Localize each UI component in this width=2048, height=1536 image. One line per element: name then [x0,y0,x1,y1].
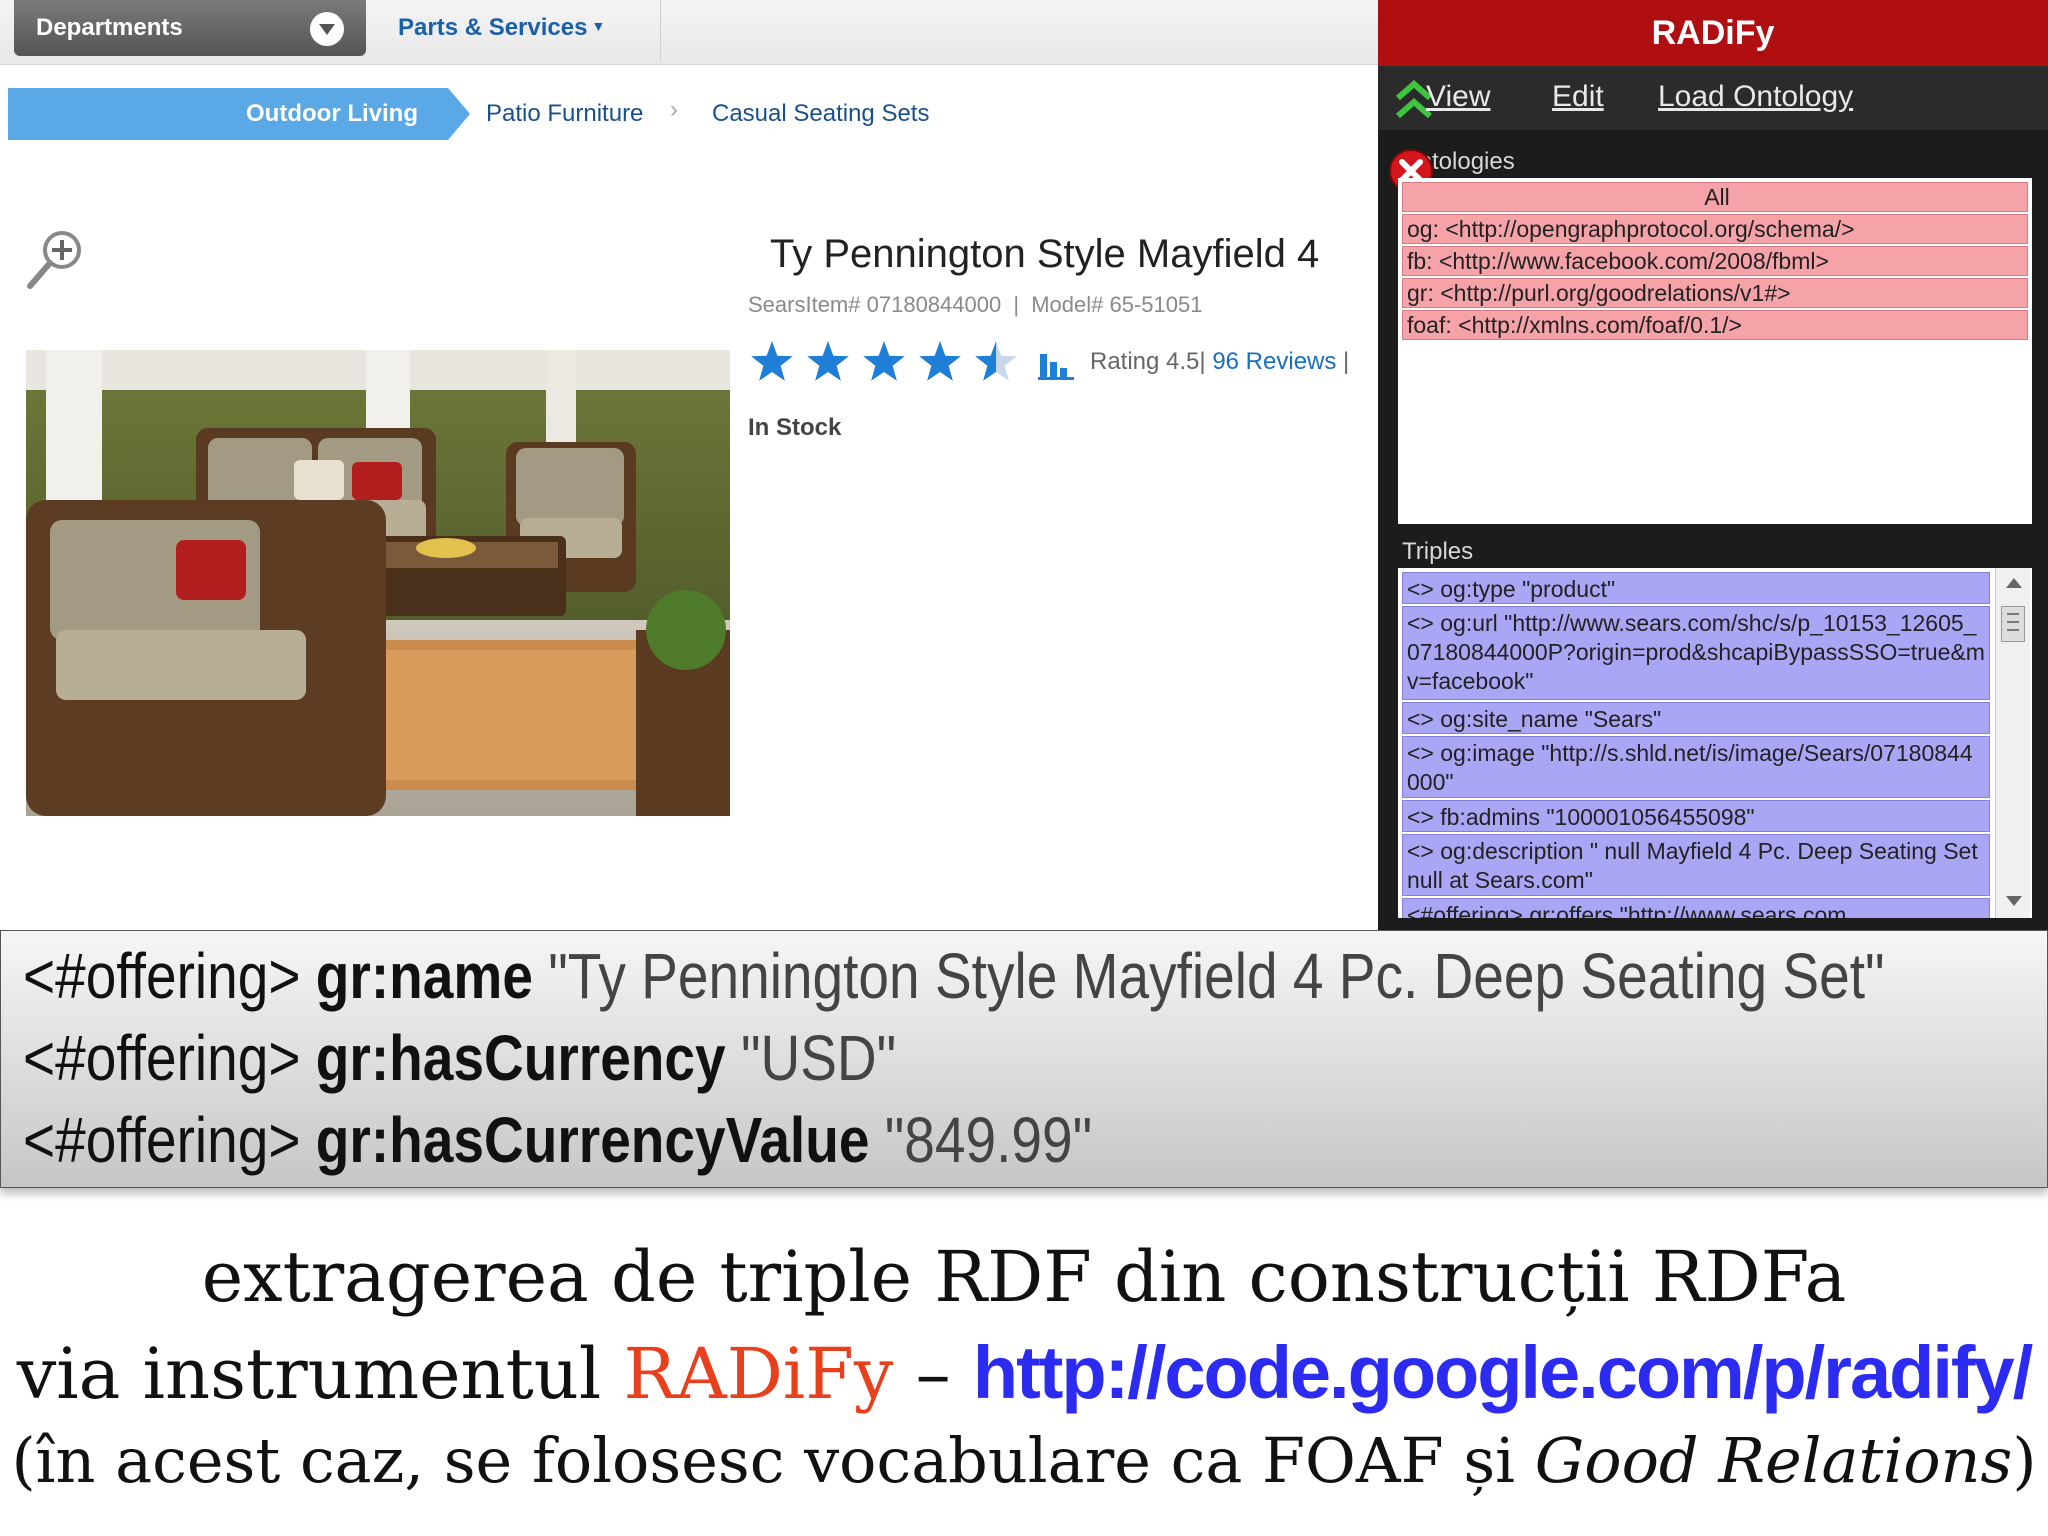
departments-label: Departments [36,14,183,41]
caption-note-italic: Good Relations [1534,1424,2013,1497]
caption-url-link[interactable]: http://code.google.com/p/radify/ [973,1331,2033,1414]
star-icon [863,341,905,381]
parts-services-menu[interactable]: Parts & Services ▼ [398,14,605,42]
radify-title: RADiFy [1378,0,2048,66]
triple-item[interactable]: <> fb:admins "100001056455098" [1402,800,1990,832]
star-icon [919,341,961,381]
breadcrumb: Outdoor Living Patio Furniture › Casual … [8,88,1008,140]
breadcrumb-patio-furniture[interactable]: Patio Furniture [486,100,643,128]
departments-button[interactable]: Departments [14,0,366,56]
ontology-item[interactable]: og: <http://opengraphprotocol.org/schema… [1402,214,2028,244]
triples-label: Triples [1402,538,1474,565]
triples-list: <> og:type "product" <> og:url "http://w… [1398,568,2032,918]
star-icon [807,341,849,381]
rating-stars[interactable] [748,338,1028,388]
triple-predicate: gr:hasCurrency [315,1022,726,1094]
rating-row: Rating 4.5| 96 Reviews | [748,338,1378,388]
rating-text: Rating 4.5| 96 Reviews | [1090,348,1349,376]
triple-subject: <#offering> [23,1104,301,1176]
product-image[interactable] [26,350,730,816]
caret-down-icon: ▼ [591,18,606,34]
caption-brand: RADiFy [623,1333,894,1415]
scroll-up-icon[interactable] [2006,578,2022,588]
reviews-link[interactable]: 96 Reviews [1212,348,1336,375]
triple-object: "USD" [740,1022,897,1094]
product-title: Ty Pennington Style Mayfield 4 [770,232,1320,276]
triple-item[interactable]: <> og:url "http://www.sears.com/shc/s/p_… [1402,606,1990,700]
ontology-item[interactable]: gr: <http://purl.org/goodrelations/v1#> [1402,278,2028,308]
summary-triple: <#offering> gr:name "Ty Pennington Style… [23,939,1885,1013]
triples-scrollbar[interactable] [1995,568,2030,918]
radify-panel: RADiFy View Edit Load Ontology Ontologie… [1378,0,2048,930]
caption-note-close: ) [2012,1424,2037,1497]
product-meta: SearsItem# 07180844000 | Model# 65-51051 [748,292,1202,318]
extracted-triples-box: <#offering> gr:name "Ty Pennington Style… [0,930,2048,1188]
breadcrumb-outdoor-living[interactable]: Outdoor Living [8,88,470,140]
triple-item[interactable]: <> og:type "product" [1402,572,1990,604]
triple-object: "Ty Pennington Style Mayfield 4 Pc. Deep… [548,940,1885,1012]
scroll-thumb[interactable] [2001,606,2025,642]
ontology-item[interactable]: foaf: <http://xmlns.com/foaf/0.1/> [1402,310,2028,340]
rating-label: Rating 4.5| [1090,348,1206,375]
star-icon [751,341,793,381]
triple-item[interactable]: <> og:site_name "Sears" [1402,702,1990,734]
breadcrumb-casual-seating-sets[interactable]: Casual Seating Sets [712,100,929,128]
triple-item[interactable]: <> og:description " null Mayfield 4 Pc. … [1402,834,1990,896]
scroll-down-icon[interactable] [2006,896,2022,906]
divider [660,0,661,62]
top-navigation-bar: Departments Parts & Services ▼ [0,0,1378,65]
ontology-item[interactable]: fb: <http://www.facebook.com/2008/fbml> [1402,246,2028,276]
chevron-down-icon [310,12,344,46]
triple-predicate: gr:name [315,940,533,1012]
zoom-in-icon[interactable] [24,226,86,294]
caption-line-1: extragerea de triple RDF din construcții… [201,1236,1847,1318]
summary-triple: <#offering> gr:hasCurrency "USD" [23,1021,896,1095]
triple-subject: <#offering> [23,940,301,1012]
menu-load-ontology[interactable]: Load Ontology [1658,80,1853,114]
triple-item[interactable]: <#offering> gr:offers "http://www.sears.… [1402,898,1990,918]
model-label: Model# [1031,292,1104,317]
menu-edit[interactable]: Edit [1552,80,1604,114]
meta-separator: | [1013,292,1020,317]
searsitem-label: SearsItem# [748,292,861,317]
caption-line-3: (în acest caz, se folosesc vocabulare ca… [0,1424,2048,1497]
summary-triple: <#offering> gr:hasCurrencyValue "849.99" [23,1103,1092,1177]
ontology-item-all[interactable]: All [1402,182,2028,212]
triple-subject: <#offering> [23,1022,301,1094]
breadcrumb-label: Outdoor Living [246,100,418,127]
sears-product-page: Departments Parts & Services ▼ Outdoor Li… [0,0,1378,930]
caption-prefix: via instrumentul [16,1333,624,1415]
radify-menu-bar: View Edit Load Ontology [1378,66,2048,130]
caption-note: (în acest caz, se folosesc vocabulare ca… [11,1424,1535,1497]
ontologies-list: All og: <http://opengraphprotocol.org/sc… [1398,178,2032,524]
caption-line-2: via instrumentul RADiFy – http://code.go… [0,1330,2048,1415]
stock-status: In Stock [748,414,842,441]
model-number: 65-51051 [1109,292,1203,317]
parts-services-label: Parts & Services [398,14,588,41]
star-icon [975,341,1017,381]
triple-item[interactable]: <> og:image "http://s.shld.net/is/image/… [1402,736,1990,798]
menu-view[interactable]: View [1426,80,1490,114]
breadcrumb-separator: › [670,96,678,123]
caption-dash: – [893,1333,973,1415]
triple-object: "849.99" [884,1104,1093,1176]
triple-predicate: gr:hasCurrencyValue [315,1104,870,1176]
bar-chart-icon[interactable] [1038,350,1074,380]
rating-separator: | [1343,348,1350,375]
searsitem-number: 07180844000 [866,292,1002,317]
